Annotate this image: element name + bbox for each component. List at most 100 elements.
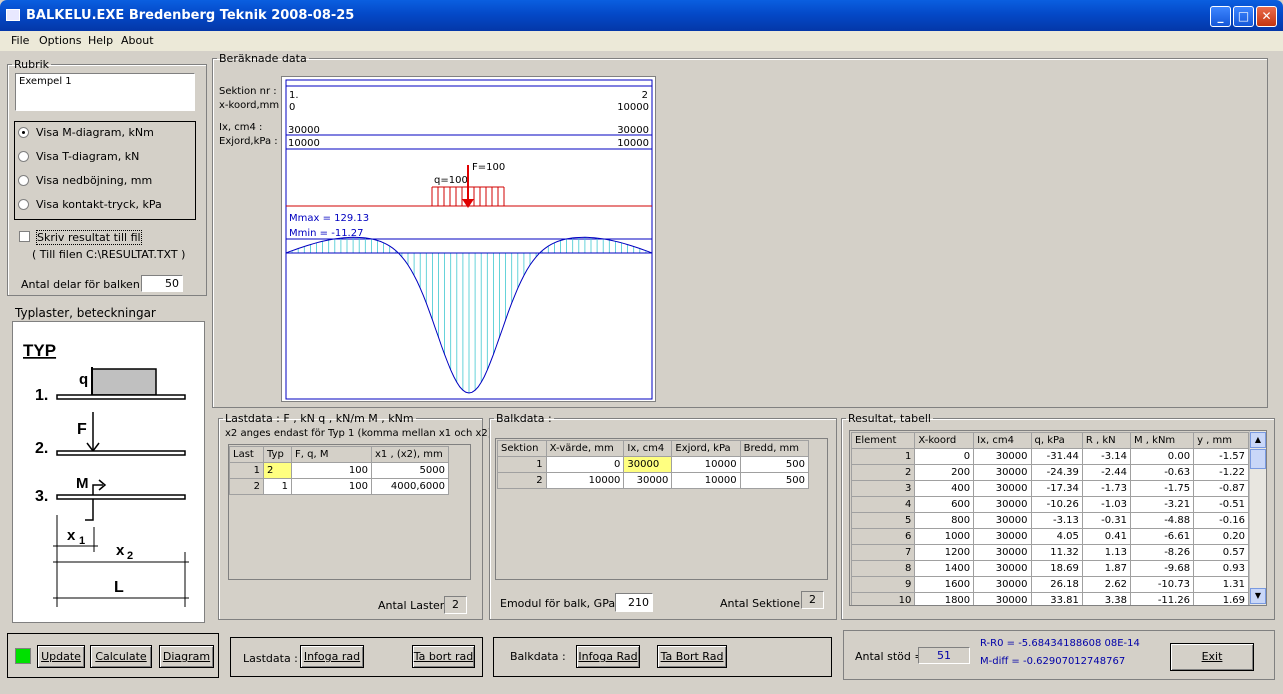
cell[interactable]: 10000 — [671, 456, 741, 473]
resultat-scrollbar[interactable]: ▲ ▼ — [1249, 431, 1266, 605]
m-diff-value: M-diff = -0.62907012748767 — [980, 656, 1126, 667]
update-button[interactable]: Update — [37, 645, 85, 668]
table-row[interactable]: 10 1800 30000 33.81 3.38 -11.26 1.69 — [850, 592, 1249, 605]
title-bar: BALKELU.EXE Bredenberg Teknik 2008-08-25 — [0, 0, 1283, 31]
cell: 1400 — [914, 560, 975, 577]
dim-x1-label: x — [67, 527, 76, 544]
cell: 1.31 — [1193, 576, 1249, 593]
radio-kontakttryck[interactable] — [18, 199, 29, 210]
cell: -10.73 — [1129, 576, 1195, 593]
ta-bort-rad-button[interactable]: Ta bort rad — [412, 645, 475, 668]
table-row[interactable]: 4 600 30000 -10.26 -1.03 -3.21 -0.51 — [850, 496, 1249, 513]
cell: 1 — [229, 462, 264, 479]
table-row[interactable]: 7 1200 30000 11.32 1.13 -8.26 0.57 — [850, 544, 1249, 561]
exjord-2: 10000 — [617, 138, 649, 149]
cell: -11.26 — [1129, 592, 1195, 605]
xkoord-label: x-koord,mm : — [219, 100, 286, 111]
table-row[interactable]: 9 1600 30000 26.18 2.62 -10.73 1.31 — [850, 576, 1249, 593]
table-row[interactable]: 1 2 100 5000 — [229, 462, 449, 479]
ta-bort-rad2-button[interactable]: Ta Bort Rad — [657, 645, 727, 668]
menu-help[interactable]: Help — [88, 34, 113, 47]
table-row[interactable]: 3 400 30000 -17.34 -1.73 -1.75 -0.87 — [850, 480, 1249, 497]
balkdata-header: Ix, cm4 — [623, 440, 673, 457]
window-title: BALKELU.EXE Bredenberg Teknik 2008-08-25 — [26, 8, 355, 23]
scroll-thumb[interactable] — [1250, 449, 1266, 469]
cell: 33.81 — [1030, 592, 1083, 605]
cell[interactable]: 1 — [263, 478, 292, 495]
typlaster-title: Typlaster, beteckningar — [15, 306, 156, 320]
cell: 0.20 — [1193, 528, 1249, 545]
close-button[interactable]: ✕ — [1256, 6, 1277, 27]
radio-t-diagram[interactable] — [18, 151, 29, 162]
cell[interactable]: 100 — [291, 462, 372, 479]
cell: -3.13 — [1030, 512, 1083, 529]
table-row[interactable]: 8 1400 30000 18.69 1.87 -9.68 0.93 — [850, 560, 1249, 577]
menu-file[interactable]: File — [11, 34, 29, 47]
radio-m-diagram[interactable] — [18, 127, 29, 138]
infoga-rad-button[interactable]: Infoga rad — [300, 645, 364, 668]
scroll-down-icon[interactable]: ▼ — [1250, 588, 1266, 604]
table-row[interactable]: 6 1000 30000 4.05 0.41 -6.61 0.20 — [850, 528, 1249, 545]
table-row[interactable]: 2 1 100 4000,6000 — [229, 478, 449, 495]
cell: 10 — [850, 592, 916, 605]
rubrik-input[interactable]: Exempel 1 — [15, 73, 195, 111]
minimize-button[interactable]: _ — [1210, 6, 1231, 27]
cell[interactable]: 5000 — [371, 462, 449, 479]
cell: 0.57 — [1193, 544, 1249, 561]
cell: 30000 — [973, 496, 1032, 513]
parts-input[interactable]: 50 — [141, 275, 183, 292]
cell[interactable]: 0 — [545, 456, 625, 473]
cell[interactable]: 100 — [291, 478, 372, 495]
cell: 30000 — [973, 544, 1032, 561]
menu-options[interactable]: Options — [39, 34, 81, 47]
xkoord-1: 0 — [289, 102, 295, 113]
write-file-checkbox[interactable] — [19, 231, 30, 242]
cell: 26.18 — [1030, 576, 1083, 593]
cell[interactable]: 10000 — [671, 472, 741, 489]
moment-diagram: 1. 2 0 10000 30000 30000 10000 10000 q=1… — [285, 79, 653, 400]
diagram-button[interactable]: Diagram — [159, 645, 214, 668]
cell: 1000 — [914, 528, 975, 545]
emodul-input[interactable]: 210 — [615, 593, 653, 612]
cell: -0.87 — [1193, 480, 1249, 497]
cell[interactable]: 2 — [263, 462, 292, 479]
exjord-1: 10000 — [288, 138, 320, 149]
cell: 1 — [850, 448, 916, 465]
cell: 30000 — [973, 592, 1032, 605]
cell: -1.22 — [1193, 464, 1249, 481]
calculate-button[interactable]: Calculate — [90, 645, 152, 668]
cell: 30000 — [973, 512, 1032, 529]
cell[interactable]: 30000 — [623, 456, 673, 473]
cell[interactable]: 10000 — [545, 472, 625, 489]
mmax-label: Mmax = 129.13 — [289, 213, 369, 224]
infoga-rad2-button[interactable]: Infoga Rad — [576, 645, 640, 668]
resultat-header: M , kNm — [1129, 432, 1195, 449]
cell: -0.63 — [1129, 464, 1195, 481]
exit-button[interactable]: Exit — [1170, 643, 1254, 671]
scroll-up-icon[interactable]: ▲ — [1250, 432, 1266, 448]
antal-sektioner-value: 2 — [801, 591, 824, 609]
cell: 30000 — [973, 560, 1032, 577]
table-row[interactable]: 2 10000 30000 10000 500 — [497, 472, 810, 489]
F-label: F=100 — [472, 162, 505, 173]
table-row[interactable]: 1 0 30000 -31.44 -3.14 0.00 -1.57 — [850, 448, 1249, 465]
table-row[interactable]: 1 0 30000 10000 500 — [497, 456, 810, 473]
cell[interactable]: 500 — [739, 472, 810, 489]
cell[interactable]: 4000,6000 — [371, 478, 449, 495]
table-row[interactable]: 2 200 30000 -24.39 -2.44 -0.63 -1.22 — [850, 464, 1249, 481]
cell: 1200 — [914, 544, 975, 561]
cell[interactable]: 30000 — [623, 472, 673, 489]
antal-sektioner-label: Antal Sektioner : — [720, 597, 812, 610]
cell: -1.73 — [1081, 480, 1132, 497]
cell: 18.69 — [1030, 560, 1083, 577]
cell: -0.16 — [1193, 512, 1249, 529]
table-row[interactable]: 5 800 30000 -3.13 -0.31 -4.88 -0.16 — [850, 512, 1249, 529]
cell[interactable]: 500 — [739, 456, 810, 473]
menu-about[interactable]: About — [121, 34, 154, 47]
cell: 9 — [850, 576, 916, 593]
maximize-button[interactable]: □ — [1233, 6, 1254, 27]
typ3-M: M — [76, 475, 89, 492]
lastdata-header: F, q, M — [291, 446, 372, 463]
radio-nedbojning[interactable] — [18, 175, 29, 186]
cell: 1.87 — [1081, 560, 1132, 577]
